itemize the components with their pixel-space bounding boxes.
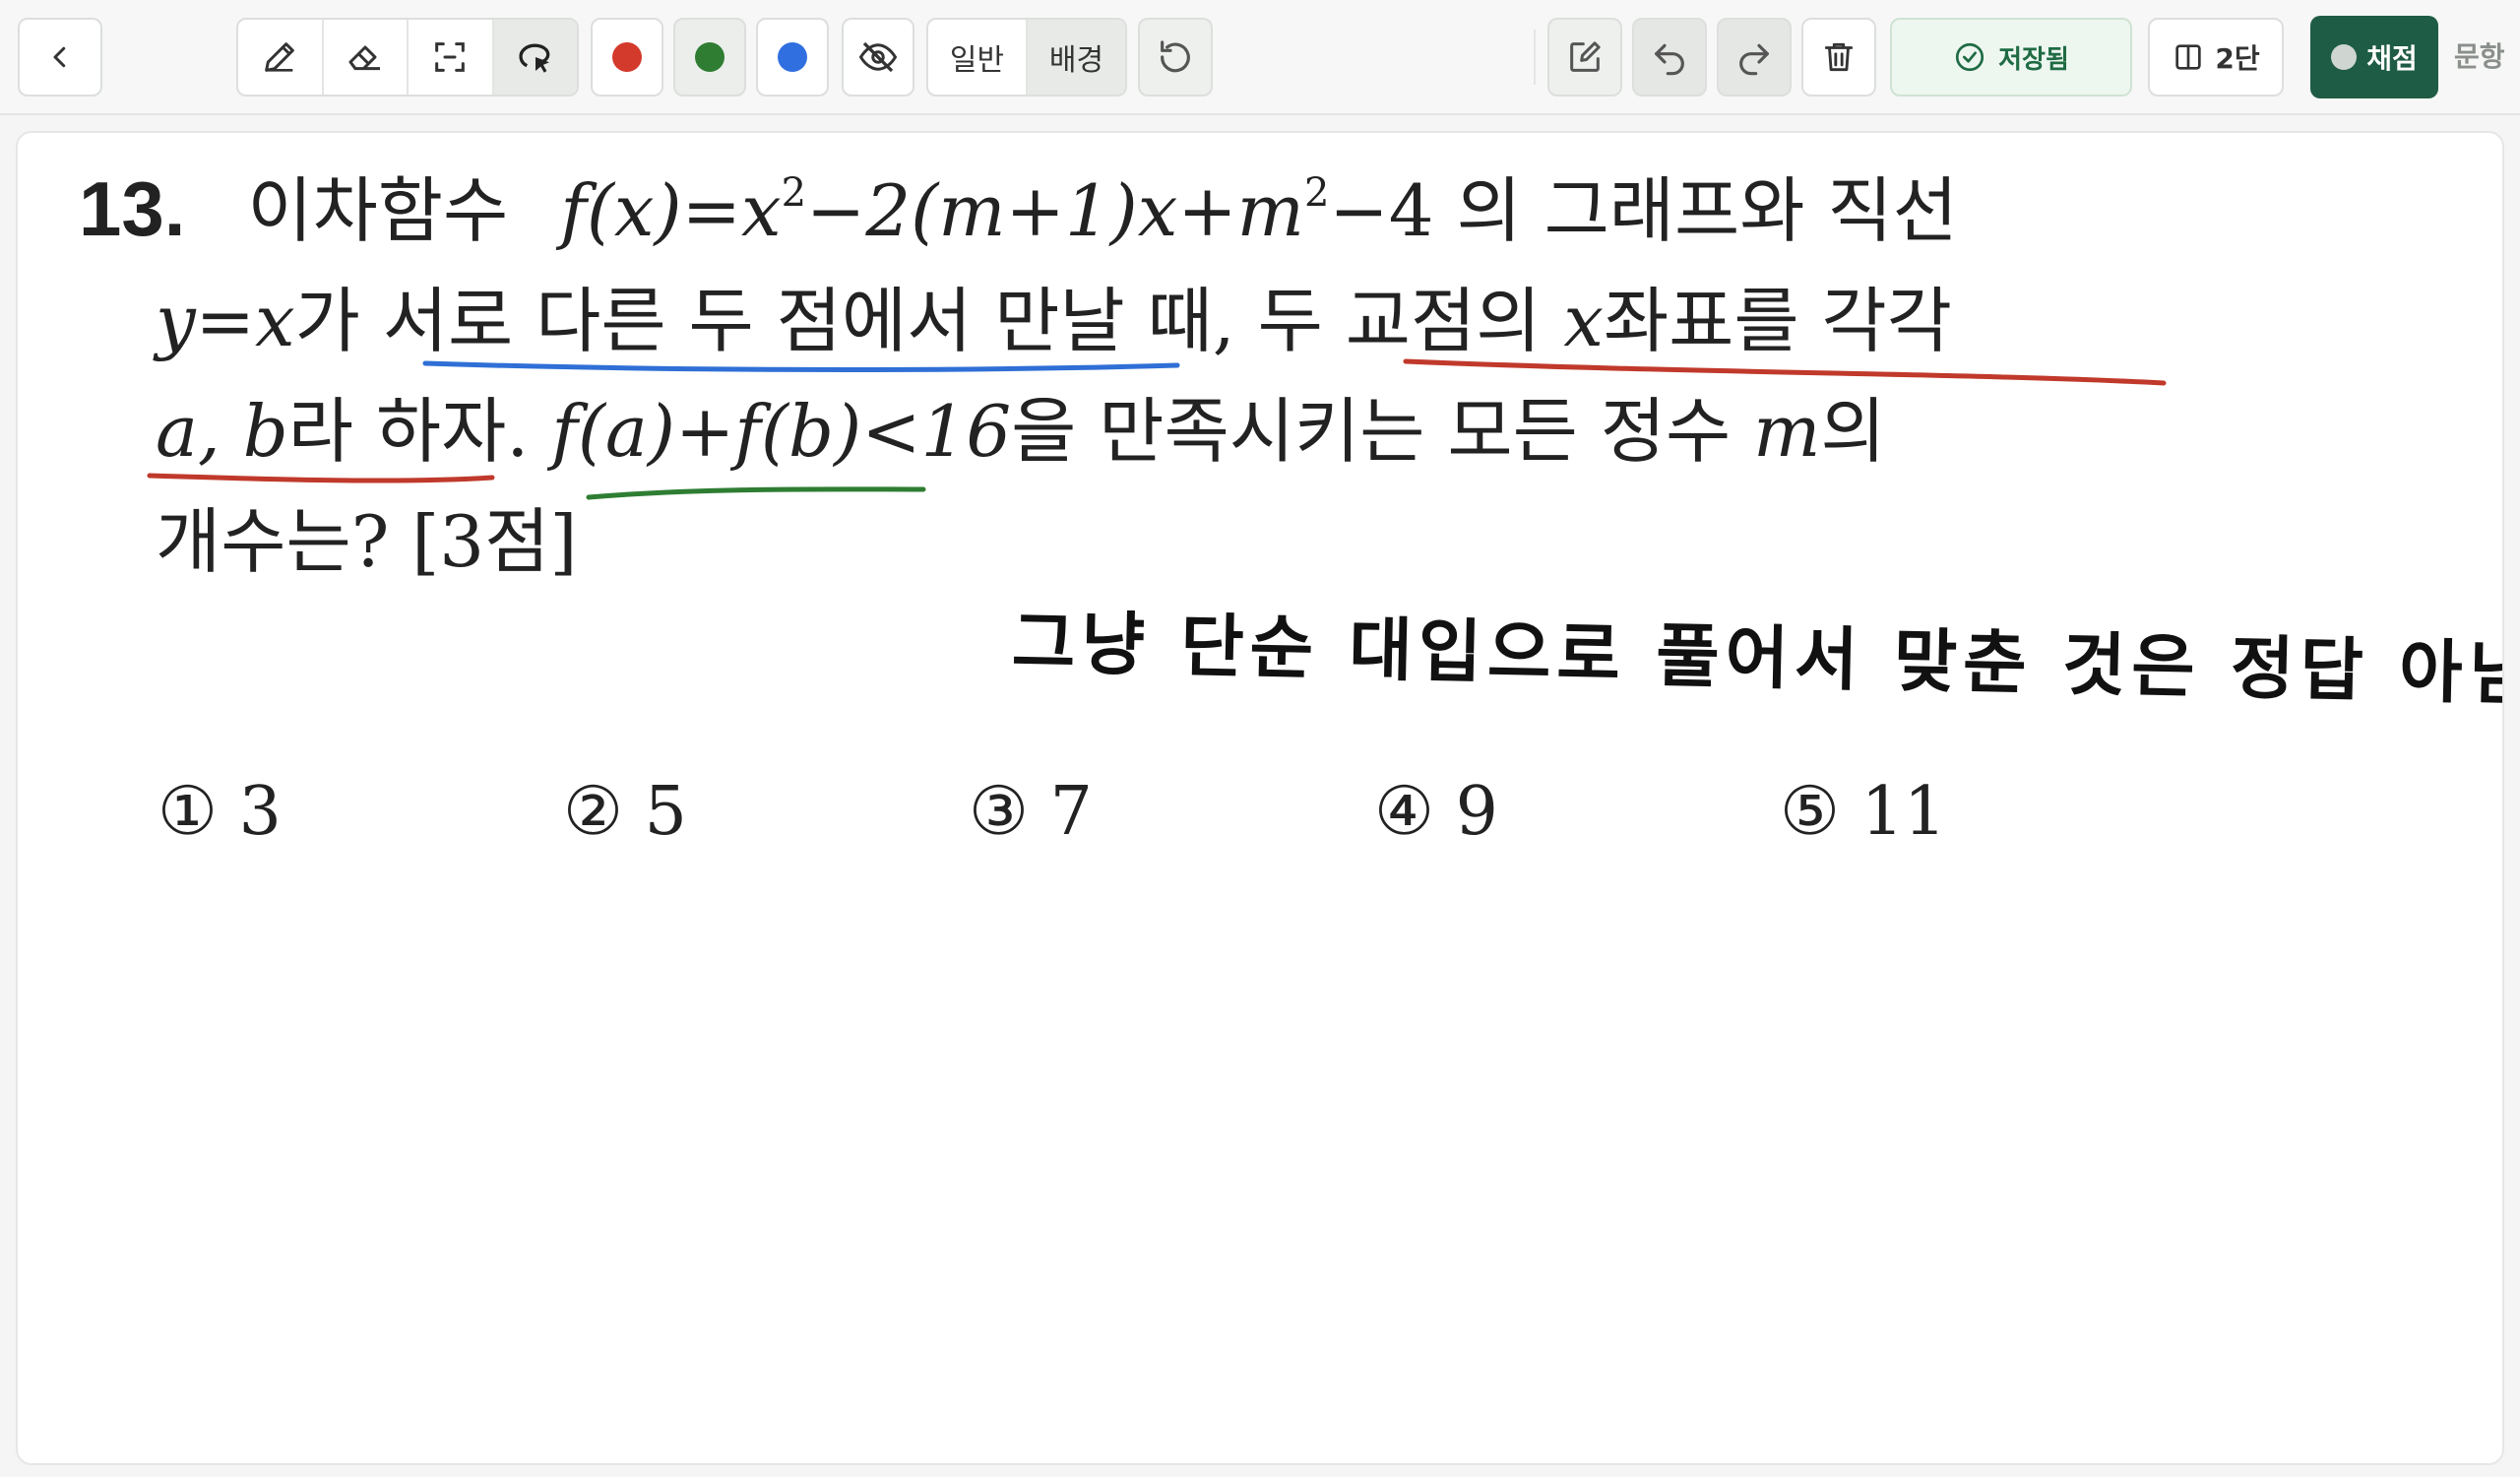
blue-underline-stroke	[422, 360, 1180, 372]
color-red-button[interactable]	[591, 18, 663, 96]
lasso-icon	[519, 43, 550, 73]
hide-annotations-button[interactable]	[842, 18, 914, 96]
blue-swatch	[778, 42, 807, 72]
eye-off-icon	[858, 41, 898, 73]
red-underline-stroke-2	[147, 473, 495, 483]
mode-background-tab[interactable]: 배경	[1028, 20, 1125, 95]
mode-normal-label: 일반	[949, 43, 1005, 78]
red-swatch	[612, 42, 642, 72]
grade-status-dot-icon	[2331, 44, 2358, 70]
green-underline-stroke	[586, 486, 926, 500]
back-button[interactable]	[18, 18, 102, 96]
grade-button[interactable]: 채점	[2310, 16, 2438, 98]
rotate-ccw-icon	[1161, 40, 1190, 73]
mode-background-label: 배경	[1048, 43, 1104, 78]
toolbar-divider	[1534, 30, 1536, 85]
saved-status-button[interactable]: 저장됨	[1890, 18, 2132, 96]
two-column-label: 2단	[2215, 42, 2260, 75]
saved-status-label: 저장됨	[1998, 44, 2069, 75]
undo-icon	[1655, 43, 1684, 76]
delete-button[interactable]	[1801, 18, 1876, 96]
pen-icon	[265, 42, 295, 72]
reset-button[interactable]	[1138, 18, 1213, 96]
color-blue-button[interactable]	[756, 18, 829, 96]
pen-tool-button[interactable]	[238, 20, 324, 95]
undo-button[interactable]	[1632, 18, 1707, 96]
layer-mode-toggle: 일반 배경	[926, 18, 1127, 96]
redo-icon	[1739, 43, 1769, 76]
grade-button-label: 채점	[2366, 42, 2418, 75]
mode-normal-tab[interactable]: 일반	[928, 20, 1028, 95]
two-column-button[interactable]: 2단	[2148, 18, 2284, 96]
columns-icon	[2175, 44, 2202, 70]
drawing-tools-group	[236, 18, 579, 96]
question-canvas[interactable]: 13. 이차함수 f(x)=x2−2(m+1)x+m2−4 의 그래프와 직선 …	[16, 131, 2504, 1465]
check-circle-icon	[1956, 42, 1984, 72]
top-toolbar: 일반 배경 저장됨 2단 채점 문항	[0, 0, 2520, 115]
redo-button[interactable]	[1717, 18, 1792, 96]
chevron-left-icon	[53, 46, 66, 68]
red-underline-stroke-1	[1403, 358, 2167, 386]
edit-square-icon	[1570, 41, 1601, 72]
question-nav-label[interactable]: 문항	[2454, 35, 2505, 75]
trash-icon	[1824, 42, 1854, 72]
select-frame-icon	[435, 42, 466, 72]
eraser-icon	[348, 45, 380, 71]
color-green-button[interactable]	[673, 18, 746, 96]
eraser-tool-button[interactable]	[324, 20, 409, 95]
ink-annotations	[147, 358, 2167, 500]
lasso-tool-button[interactable]	[493, 20, 577, 95]
green-swatch	[695, 42, 724, 72]
area-select-tool-button[interactable]	[409, 20, 494, 95]
edit-button[interactable]	[1547, 18, 1622, 96]
